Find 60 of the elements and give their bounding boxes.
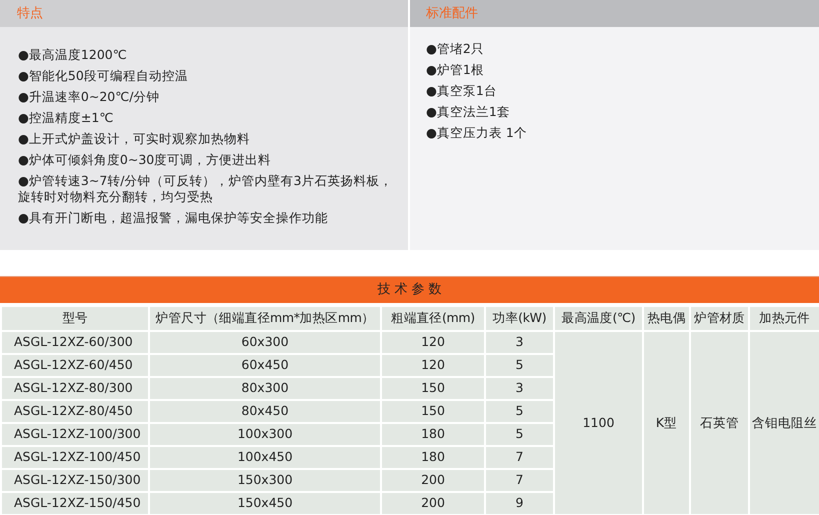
list-item: ●炉管转速3~7转/分钟（可反转），炉管内壁有3片石英扬料板，旋转时对物料充分翻转，均匀受热 [18,173,394,205]
list-item: ●升温速率0~20℃/分钟 [18,89,160,105]
table-cell: 5 [516,357,524,372]
list-item: ●上开式炉盖设计，可实时观察加热物料 [18,131,250,147]
table-cell: 1100 [582,414,614,430]
column-header: 热电偶 [647,310,686,326]
table-title: 技 术 参 数 [377,281,442,300]
table-cell: 含钼电阻丝 [752,414,817,430]
column-header: 加热元件 [759,310,810,326]
table-cell: 150x450 [237,495,293,510]
list-item: ●真空压力表 1个 [426,125,527,141]
column-header: 炉管尺寸（细端直径mm*加热区mm） [156,310,374,326]
table-cell: ASGL-12XZ-100/450 [14,449,141,464]
table-cell: 100x450 [237,449,293,464]
table-cell: 200 [421,495,445,510]
list-item: ●智能化50段可编程自动控温 [18,68,188,84]
table-cell: 5 [516,426,524,442]
column-header: 粗端直径(mm) [391,310,475,326]
table-cell: 3 [516,334,524,350]
section-title: 特点 [17,4,43,23]
table-cell: ASGL-12XZ-80/450 [14,403,133,418]
list-item: ●控温精度±1℃ [18,110,114,126]
table-cell: ASGL-12XZ-100/300 [14,426,141,442]
list-item: ●真空泵1台 [426,83,497,99]
table-cell: 7 [516,449,524,464]
table-cell: ASGL-12XZ-60/300 [14,334,133,350]
table-cell: 150x300 [237,472,293,488]
table-cell: 3 [516,380,524,396]
list-item: ●炉体可倾斜角度0~30度可调，方便进出料 [18,152,272,168]
list-item: ●最高温度1200℃ [18,47,127,63]
table-cell: ASGL-12XZ-150/450 [14,495,141,510]
table-cell: ASGL-12XZ-80/300 [14,380,133,396]
table-cell: ASGL-12XZ-150/300 [14,472,141,488]
table-cell: 5 [516,403,524,418]
table-cell: 120 [421,357,445,372]
table-cell: 100x300 [237,426,293,442]
column-header: 炉管材质 [694,310,745,326]
table-cell: 180 [421,449,445,464]
table-cell: 80x450 [241,403,289,418]
list-item: ●炉管1根 [426,62,484,78]
table-cell: ASGL-12XZ-60/450 [14,357,133,372]
list-item: ●管堵2只 [426,41,484,57]
column-header: 最高温度(℃) [562,310,636,326]
table-cell: 120 [421,334,445,350]
table-cell: 60x300 [241,334,289,350]
table-cell: K型 [656,414,678,430]
list-item: ●真空法兰1套 [426,104,510,120]
table-cell: 180 [421,426,445,442]
table-cell: 150 [421,380,445,396]
table-cell: 9 [516,495,524,510]
list-item: ●具有开门断电，超温报警，漏电保护等安全操作功能 [18,210,328,226]
table-cell: 200 [421,472,445,488]
column-header: 型号 [62,310,88,326]
table-cell: 80x300 [241,380,289,396]
table-cell: 7 [516,472,524,488]
table-cell: 150 [421,403,445,418]
section-title: 标准配件 [426,4,478,23]
table-cell: 60x450 [241,357,289,372]
column-header: 功率(kW) [492,310,546,326]
table-cell: 石英管 [700,414,739,430]
